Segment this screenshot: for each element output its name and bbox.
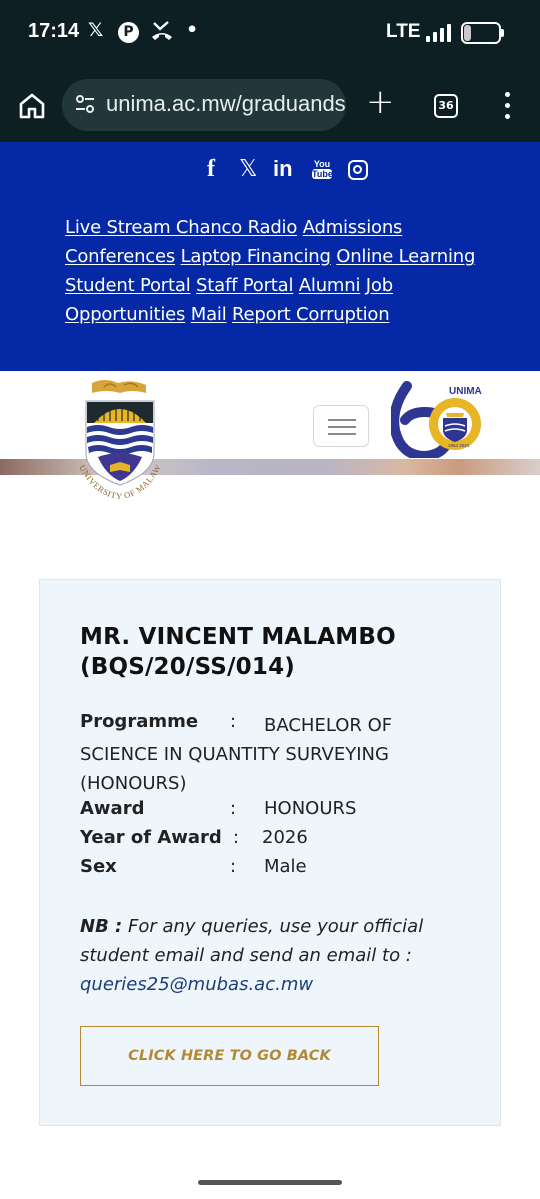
signal-icon	[426, 24, 454, 42]
award-value: HONOURS	[264, 798, 357, 819]
more-menu-icon[interactable]	[504, 92, 512, 120]
facebook-icon[interactable]: f	[207, 156, 215, 183]
battery-percent: 21	[472, 24, 490, 41]
browser-toolbar: unima.ac.mw/graduands + 36	[0, 70, 540, 142]
social-links: f 𝕏 in You Tube	[0, 156, 540, 186]
link-staff-portal[interactable]: Staff Portal	[196, 275, 293, 296]
graduand-card: MR. VINCENT MALAMBO (BQS/20/SS/014) Prog…	[39, 579, 501, 1126]
battery-icon: 21	[461, 22, 501, 44]
missed-call-icon	[150, 19, 174, 46]
battery-cap	[501, 29, 504, 37]
sex-label: Sex	[80, 856, 117, 877]
site-settings-icon[interactable]	[74, 93, 96, 115]
status-bar: 17:14 𝕏 P • LTE 21	[0, 0, 540, 70]
site-top-bar: f 𝕏 in You Tube Live Stream Chanco Radio…	[0, 142, 540, 371]
link-conferences[interactable]: Conferences	[65, 246, 175, 267]
graduand-name: MR. VINCENT MALAMBO (BQS/20/SS/014)	[80, 624, 396, 680]
youtube-icon-bottom: Tube	[312, 169, 333, 179]
youtube-icon[interactable]: You Tube	[312, 159, 333, 179]
year-value: 2026	[262, 827, 308, 848]
link-admissions[interactable]: Admissions	[303, 217, 403, 238]
sex-value: Male	[264, 856, 307, 877]
home-icon[interactable]	[16, 90, 48, 122]
quick-links: Live Stream Chanco Radio Admissions Conf…	[65, 213, 485, 329]
menu-toggle-button[interactable]	[313, 405, 369, 447]
network-type: LTE	[386, 21, 421, 42]
tabs-icon[interactable]: 36	[434, 94, 458, 118]
anniversary-years: 1964 2024	[448, 443, 470, 448]
university-crest-logo[interactable]: UNIVERSITY OF MALAWI	[72, 369, 166, 503]
nb-text: For any queries, use your official stude…	[80, 916, 424, 966]
url-text[interactable]: unima.ac.mw/graduands	[106, 91, 346, 117]
queries-email[interactable]: queries25@mubas.ac.mw	[80, 974, 313, 995]
link-alumni[interactable]: Alumni	[299, 275, 361, 296]
link-online-learning[interactable]: Online Learning	[336, 246, 475, 267]
year-label: Year of Award	[80, 827, 222, 848]
youtube-icon-top: You	[313, 159, 331, 169]
instagram-icon[interactable]	[348, 160, 368, 180]
x-twitter-icon[interactable]: 𝕏	[239, 156, 258, 182]
programme-value: BACHELOR OF SCIENCE IN QUANTITY SURVEYIN…	[80, 715, 393, 794]
sex-separator: :	[230, 856, 237, 877]
link-live-stream[interactable]: Live Stream Chanco Radio	[65, 217, 297, 238]
notification-dot-icon: •	[186, 19, 199, 41]
year-separator: :	[233, 827, 240, 848]
queries-note: NB : For any queries, use your official …	[80, 912, 470, 999]
link-laptop-financing[interactable]: Laptop Financing	[181, 246, 331, 267]
award-label: Award	[80, 798, 145, 819]
pinterest-icon: P	[118, 22, 139, 43]
new-tab-icon[interactable]: +	[366, 82, 395, 122]
address-bar[interactable]: unima.ac.mw/graduands	[62, 79, 346, 131]
status-time: 17:14	[28, 20, 80, 42]
nb-label: NB :	[80, 916, 123, 937]
link-student-portal[interactable]: Student Portal	[65, 275, 191, 296]
link-report-corruption[interactable]: Report Corruption	[232, 304, 390, 325]
gesture-bar[interactable]	[198, 1180, 342, 1185]
anniversary-60-logo: UNIMA 1964 2024	[389, 380, 483, 462]
anniversary-text: UNIMA	[449, 386, 482, 397]
x-icon: 𝕏	[88, 19, 104, 41]
linkedin-icon[interactable]: in	[273, 156, 293, 182]
link-mail[interactable]: Mail	[191, 304, 227, 325]
go-back-button[interactable]: CLICK HERE TO GO BACK	[80, 1026, 379, 1086]
award-separator: :	[230, 798, 237, 819]
